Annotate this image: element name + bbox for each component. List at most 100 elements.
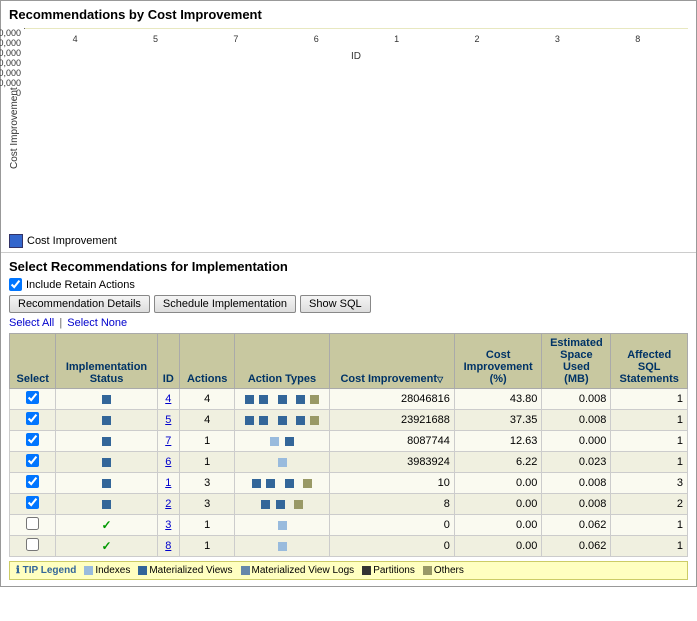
row-cost-pct-3: 0.00: [454, 515, 541, 536]
tip-legend: ℹ TIP Legend Indexes Materialized Views …: [9, 561, 688, 580]
table-row: 1 3 10 0.00 0.008 3: [10, 473, 688, 494]
row-checkbox-7[interactable]: [26, 433, 39, 446]
action-icon-5b: [259, 416, 268, 425]
row-cost-pct-1: 0.00: [454, 473, 541, 494]
row-action-types-4: [235, 389, 329, 410]
col-header-cost-pct: CostImprovement(%): [454, 334, 541, 389]
row-id-link-5[interactable]: 5: [165, 414, 171, 426]
row-space-6: 0.023: [542, 452, 611, 473]
row-space-5: 0.008: [542, 410, 611, 431]
row-id-link-6[interactable]: 6: [165, 456, 171, 468]
row-cost-imp-3: 0: [329, 515, 454, 536]
row-id-link-3[interactable]: 3: [165, 519, 171, 531]
table-row: 5 4 23921688 37.35 0.008 1: [10, 410, 688, 431]
table-header-row: Select ImplementationStatus ID Actions A…: [10, 334, 688, 389]
tip-legend-title: ℹ TIP Legend: [16, 565, 76, 576]
y-label-4: 20,000,000: [0, 48, 21, 58]
row-actions-8: 1: [180, 536, 235, 557]
x-axis-title: ID: [24, 51, 688, 62]
link-divider: |: [59, 317, 65, 329]
x-label-3: 3: [517, 34, 597, 44]
row-actions-4: 4: [180, 389, 235, 410]
col-header-id: ID: [157, 334, 179, 389]
row-sql-3: 1: [611, 515, 688, 536]
row-id-6: 6: [157, 452, 179, 473]
tip-icon: ℹ: [16, 565, 20, 576]
x-label-8: 8: [598, 34, 678, 44]
legend-item-mat-views: Materialized Views: [138, 565, 232, 576]
main-container: Recommendations by Cost Improvement Cost…: [0, 0, 697, 587]
row-action-types-6: [235, 452, 329, 473]
row-action-types-8: [235, 536, 329, 557]
action-icon-1c: [285, 479, 294, 488]
row-cost-pct-4: 43.80: [454, 389, 541, 410]
action-icon-4d: [296, 395, 305, 404]
row-checkbox-2[interactable]: [26, 496, 39, 509]
row-action-types-1: [235, 473, 329, 494]
row-checkbox-5[interactable]: [26, 412, 39, 425]
row-id-link-1[interactable]: 1: [165, 477, 171, 489]
action-icon-1d: [303, 479, 312, 488]
status-icon-7: [102, 437, 111, 446]
action-icon-5d: [296, 416, 305, 425]
legend-label-mat-view-logs: Materialized View Logs: [252, 565, 355, 576]
y-label-6: 30,000,000: [0, 28, 21, 38]
col-header-sql: AffectedSQLStatements: [611, 334, 688, 389]
row-status-4: [56, 389, 157, 410]
action-icon-4a: [245, 395, 254, 404]
row-checkbox-1[interactable]: [26, 475, 39, 488]
table-row: 4 4 28046816 43.80 0.008 1: [10, 389, 688, 410]
row-status-2: [56, 494, 157, 515]
select-links: Select All | Select None: [9, 317, 688, 329]
select-none-link[interactable]: Select None: [67, 317, 127, 329]
legend-color-indexes: [84, 566, 93, 575]
show-sql-button[interactable]: Show SQL: [300, 295, 371, 313]
legend-label-others: Others: [434, 565, 464, 576]
status-icon-4: [102, 395, 111, 404]
row-status-8: ✓: [56, 536, 157, 557]
action-icon-7a: [270, 437, 279, 446]
row-cost-imp-5: 23921688: [329, 410, 454, 431]
row-checkbox-8[interactable]: [26, 538, 39, 551]
row-id-link-2[interactable]: 2: [165, 498, 171, 510]
legend-color-box: [9, 234, 23, 248]
table-row: ✓ 3 1 0 0.00 0.062 1: [10, 515, 688, 536]
row-id-1: 1: [157, 473, 179, 494]
row-select-8: [10, 536, 56, 557]
row-id-link-4[interactable]: 4: [165, 393, 171, 405]
y-label-3: 15,000,000: [0, 58, 21, 68]
recommendation-details-button[interactable]: Recommendation Details: [9, 295, 150, 313]
row-actions-5: 4: [180, 410, 235, 431]
row-status-7: [56, 431, 157, 452]
row-checkbox-6[interactable]: [26, 454, 39, 467]
row-select-6: [10, 452, 56, 473]
row-checkbox-3[interactable]: [26, 517, 39, 530]
row-action-types-7: [235, 431, 329, 452]
row-cost-imp-1: 10: [329, 473, 454, 494]
row-select-3: [10, 515, 56, 536]
status-icon-6: [102, 458, 111, 467]
table-section: Select Recommendations for Implementatio…: [1, 253, 696, 586]
row-select-7: [10, 431, 56, 452]
x-label-7: 7: [196, 34, 276, 44]
legend-item-mat-view-logs: Materialized View Logs: [241, 565, 355, 576]
select-all-link[interactable]: Select All: [9, 317, 54, 329]
row-cost-pct-8: 0.00: [454, 536, 541, 557]
row-checkbox-4[interactable]: [26, 391, 39, 404]
chart-section: Recommendations by Cost Improvement Cost…: [1, 1, 696, 253]
row-select-2: [10, 494, 56, 515]
action-icon-2b: [276, 500, 285, 509]
table-row: 7 1 8087744 12.63 0.000 1: [10, 431, 688, 452]
legend-color-others: [423, 566, 432, 575]
status-icon-1: [102, 479, 111, 488]
row-space-4: 0.008: [542, 389, 611, 410]
row-id-link-7[interactable]: 7: [165, 435, 171, 447]
row-actions-6: 1: [180, 452, 235, 473]
include-retain-checkbox[interactable]: [9, 278, 22, 291]
action-icon-2a: [261, 500, 270, 509]
row-cost-imp-7: 8087744: [329, 431, 454, 452]
row-id-link-8[interactable]: 8: [165, 540, 171, 552]
row-select-5: [10, 410, 56, 431]
chart-legend: Cost Improvement: [9, 234, 688, 248]
schedule-implementation-button[interactable]: Schedule Implementation: [154, 295, 296, 313]
